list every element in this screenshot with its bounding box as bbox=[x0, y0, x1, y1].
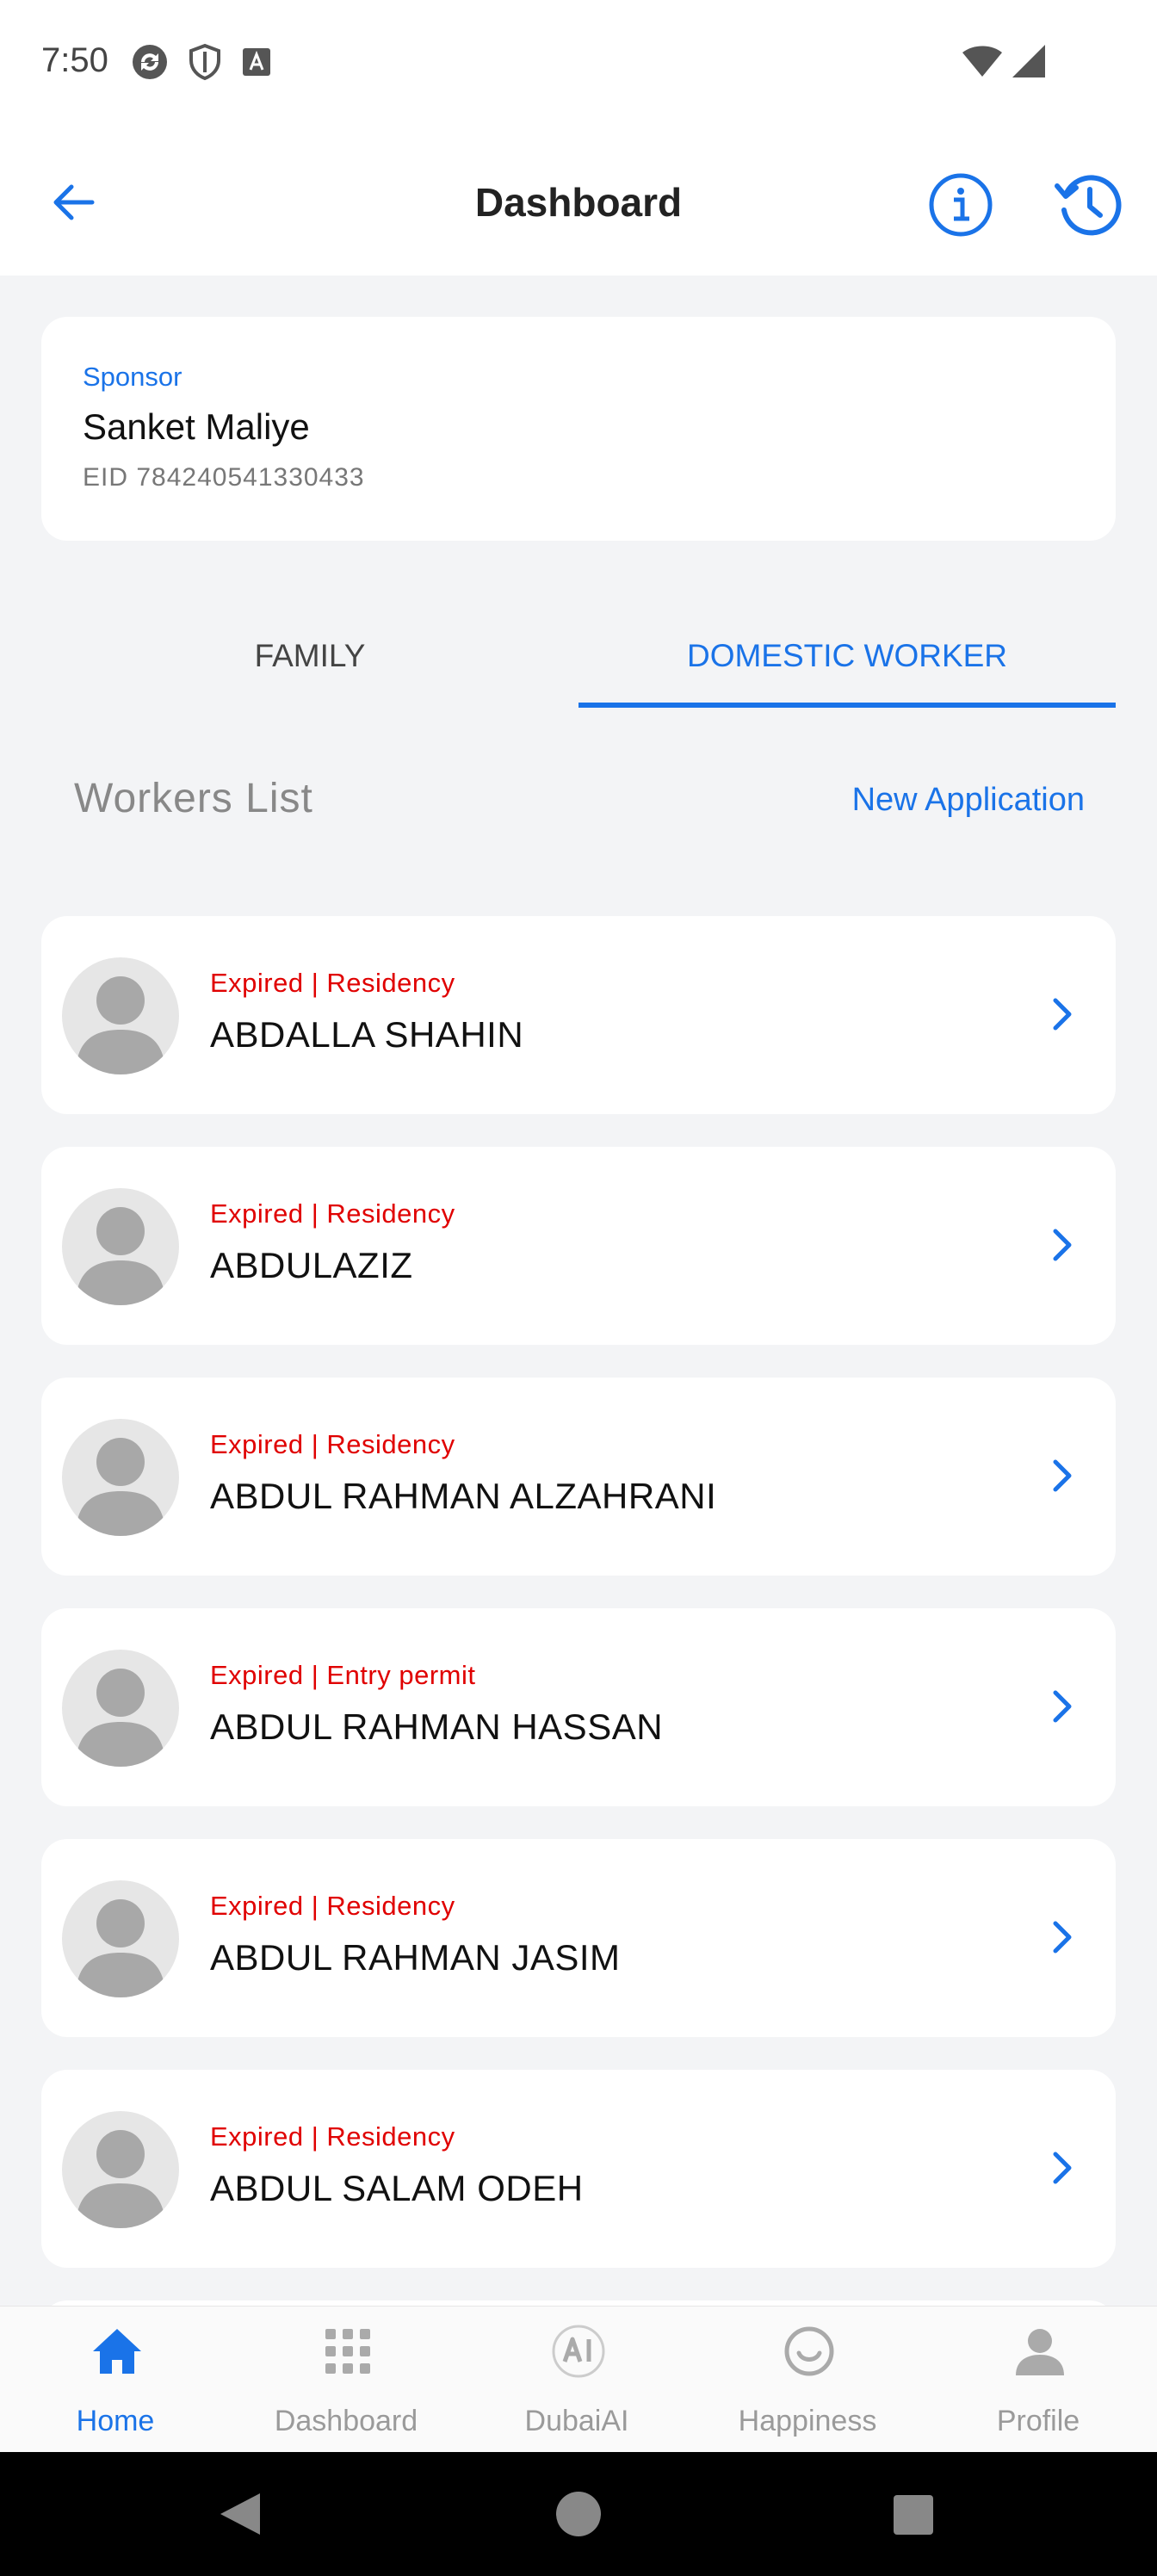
worker-status: Expired | Residency bbox=[210, 968, 455, 998]
info-icon bbox=[929, 173, 993, 237]
chevron-right-icon bbox=[1053, 998, 1072, 1031]
worker-status: Expired | Residency bbox=[210, 1429, 455, 1459]
person-placeholder-icon bbox=[76, 976, 165, 1074]
avatar bbox=[62, 2111, 179, 2228]
worker-status: Expired | Residency bbox=[210, 1198, 455, 1229]
status-time: 7:50 bbox=[41, 41, 108, 79]
font-app-icon bbox=[243, 48, 270, 76]
system-nav-bar bbox=[0, 2452, 1157, 2576]
history-button[interactable] bbox=[1052, 169, 1124, 241]
worker-status: Expired | Residency bbox=[210, 1891, 455, 1921]
info-button[interactable] bbox=[926, 170, 995, 239]
back-triangle-icon[interactable] bbox=[215, 2490, 263, 2538]
person-placeholder-icon bbox=[76, 1669, 165, 1767]
chevron-right-icon bbox=[1053, 1459, 1072, 1492]
worker-name: ABDUL RAHMAN ALZAHRANI bbox=[210, 1476, 717, 1516]
person-placeholder-icon bbox=[76, 1438, 165, 1536]
person-placeholder-icon bbox=[76, 2130, 165, 2228]
workers-list-title: Workers List bbox=[74, 776, 313, 821]
person-icon bbox=[1016, 2329, 1064, 2375]
worker-name: ABDULAZIZ bbox=[210, 1245, 413, 1285]
avatar bbox=[62, 1188, 179, 1305]
home-circle-icon[interactable] bbox=[554, 2490, 603, 2538]
tab-bar: FAMILY DOMESTIC WORKER bbox=[41, 603, 1116, 709]
worker-status: Expired | Entry permit bbox=[210, 1660, 476, 1690]
tab-family[interactable]: FAMILY bbox=[41, 603, 578, 709]
worker-name: ABDUL RAHMAN JASIM bbox=[210, 1937, 621, 1978]
sponsor-eid: EID 784240541330433 bbox=[83, 463, 365, 492]
worker-card[interactable]: Expired | Residency ABDUL RAHMAN JASIM bbox=[41, 1839, 1116, 2037]
chevron-right-icon bbox=[1053, 1229, 1072, 1261]
avatar bbox=[62, 1650, 179, 1767]
nav-label-profile: Profile bbox=[996, 2405, 1080, 2437]
avatar bbox=[62, 957, 179, 1074]
wifi-icon bbox=[962, 46, 1002, 77]
worker-card[interactable]: Expired | Residency ABDALLA SHAHIN bbox=[41, 916, 1116, 1114]
sync-icon bbox=[133, 45, 167, 79]
chevron-right-icon bbox=[1053, 2152, 1072, 2184]
worker-name: ABDUL RAHMAN HASSAN bbox=[210, 1706, 664, 1747]
nav-label-happiness: Happiness bbox=[738, 2405, 877, 2437]
history-icon bbox=[1055, 175, 1122, 236]
worker-card[interactable]: Expired | Residency ABDUL RAHMAN ALZAHRA… bbox=[41, 1378, 1116, 1576]
nav-item-home[interactable]: Home bbox=[0, 2307, 231, 2453]
avatar bbox=[62, 1880, 179, 1997]
bottom-nav: Home Dashboard DubaiAI Happiness Profile bbox=[0, 2306, 1157, 2452]
shield-icon bbox=[189, 43, 220, 81]
nav-label-dubaiai: DubaiAI bbox=[524, 2405, 629, 2437]
nav-item-happiness[interactable]: Happiness bbox=[692, 2307, 923, 2453]
nav-item-dubaiai[interactable]: DubaiAI bbox=[461, 2307, 692, 2453]
nav-item-profile[interactable]: Profile bbox=[923, 2307, 1154, 2453]
worker-status: Expired | Residency bbox=[210, 2121, 455, 2152]
status-notification-icons bbox=[131, 43, 272, 81]
worker-card[interactable]: Expired | Residency ABDULAZIZ bbox=[41, 1147, 1116, 1345]
worker-card[interactable]: Expired | Entry permit ABDUL RAHMAN HASS… bbox=[41, 1608, 1116, 1806]
nav-item-dashboard[interactable]: Dashboard bbox=[231, 2307, 461, 2453]
signal-icon bbox=[1012, 45, 1045, 77]
worker-card[interactable]: Expired | Residency ABDUL SALAM ODEH bbox=[41, 2070, 1116, 2268]
sponsor-card: Sponsor Sanket Maliye EID 78424054133043… bbox=[41, 317, 1116, 541]
status-bar: 7:50 bbox=[0, 0, 1157, 129]
worker-name: ABDUL SALAM ODEH bbox=[210, 2168, 584, 2208]
active-tab-indicator bbox=[578, 703, 1116, 708]
nav-label-dashboard: Dashboard bbox=[274, 2405, 418, 2437]
worker-name: ABDALLA SHAHIN bbox=[210, 1014, 524, 1055]
new-application-link[interactable]: New Application bbox=[852, 782, 1085, 819]
nav-label-home: Home bbox=[76, 2405, 155, 2437]
home-icon bbox=[93, 2329, 141, 2374]
chevron-right-icon bbox=[1053, 1690, 1072, 1723]
person-placeholder-icon bbox=[76, 1207, 165, 1305]
app-bar: Dashboard bbox=[0, 129, 1157, 276]
sponsor-name: Sanket Maliye bbox=[83, 406, 310, 447]
ai-icon bbox=[552, 2325, 605, 2378]
smiley-icon bbox=[784, 2326, 834, 2376]
recents-square-icon[interactable] bbox=[892, 2493, 935, 2536]
tab-domestic-worker[interactable]: DOMESTIC WORKER bbox=[578, 603, 1116, 709]
status-system-icons bbox=[961, 43, 1047, 79]
grid-icon bbox=[325, 2329, 370, 2374]
sponsor-label: Sponsor bbox=[83, 362, 183, 392]
avatar bbox=[62, 1419, 179, 1536]
chevron-right-icon bbox=[1053, 1921, 1072, 1954]
person-placeholder-icon bbox=[76, 1899, 165, 1997]
